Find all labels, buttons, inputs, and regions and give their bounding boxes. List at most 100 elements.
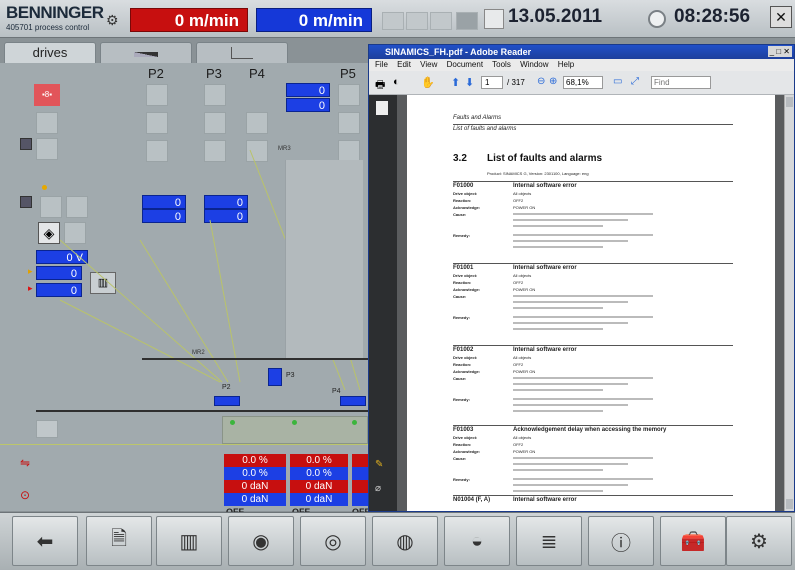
status-dot-green [292,420,297,425]
p3-percent-red: 0.0 % [290,454,348,467]
fault-text-line [513,225,603,227]
menu-file[interactable]: File [375,60,388,69]
comments-icon[interactable]: ✎ [375,459,383,470]
find-input[interactable] [651,76,711,89]
zoom-out-icon[interactable]: ⊖ [537,76,545,87]
fault-title: Internal software error [513,265,577,271]
fault-field-value: OFF2 [513,280,524,285]
page-up-icon[interactable]: ⬆ [451,76,460,89]
menu-edit[interactable]: Edit [397,60,411,69]
menu-document[interactable]: Document [447,60,483,69]
fault-text-line [513,301,628,303]
fault-rule [453,425,733,426]
fault-field-label: Cause: [453,376,467,381]
fault-field-label: Reaction: [453,198,472,203]
tension-icon: ⇋ [20,456,31,470]
running-header: Faults and Alarms [453,115,502,121]
fault-text-line [513,316,653,318]
menu-view[interactable]: View [420,60,437,69]
page-down-icon[interactable]: ⬇ [465,76,474,89]
back-button[interactable]: ⬅ [12,516,78,566]
fault-field-label: Cause: [453,456,467,461]
machine-button[interactable]: ▥ [156,516,222,566]
clock-icon [648,10,666,28]
fault-text-line [513,410,603,412]
fault-rule [453,495,733,496]
fault-title: Acknowledgement delay when accessing the… [513,427,667,433]
pdf-vertical-scrollbar[interactable] [784,95,794,511]
zoom-select[interactable]: 68,1% [563,76,603,89]
fault-field-value: POWER ON [513,369,536,374]
document-button[interactable]: 🗎 [86,516,152,566]
p4-force-blue [352,493,368,506]
fit-width-icon[interactable]: ⤢ [631,76,639,87]
info-button[interactable]: ⓘ [588,516,654,566]
set-speed-display[interactable]: 0 m/min [256,8,372,32]
settings-button[interactable]: ⚙ [726,516,792,566]
pages-icon[interactable]: ◐ [393,76,400,88]
fit-page-icon[interactable]: ▭ [613,76,622,87]
fault-code: N01004 (F, A) [453,497,491,503]
fault-field-value: OFF2 [513,442,524,447]
p4-drive-label: P4 [332,388,341,395]
fault-field-value: POWER ON [513,449,536,454]
filter-view-button[interactable]: ≣ [516,516,582,566]
fault-text-line [513,213,653,215]
page-number-input[interactable]: 1 [481,76,503,89]
pdf-reader-window[interactable]: SINAMICS_FH.pdf - Adobe Reader _ □ ✕ Fil… [368,44,795,512]
p4-force-red [352,480,368,493]
p4-percent-red [352,454,368,467]
menu-window[interactable]: Window [520,60,548,69]
fault-field-value: POWER ON [513,205,536,210]
p2-roller-icon[interactable] [214,396,240,406]
pages-panel-icon[interactable] [376,101,388,115]
tension-view-button[interactable]: ◍ [372,516,438,566]
p2-percent-blue: 0.0 % [224,467,286,480]
p3-percent-blue: 0.0 % [290,467,348,480]
fault-field-label: Remedy: [453,315,470,320]
roller-icon: ◉ [252,530,270,553]
fault-field-label: Acknowledge: [453,369,481,374]
scroll-down-arrow[interactable] [786,499,793,509]
machine-rail [142,358,368,360]
fault-text-line [513,377,653,379]
fault-text-line [513,478,653,480]
p3-drive-icon[interactable] [268,368,282,386]
fault-field-label: Drive object: [453,435,478,440]
unwinder-cell[interactable] [36,420,58,438]
fault-rule [453,263,733,264]
fault-field-label: Drive object: [453,273,478,278]
pdf-document-area[interactable]: Faults and Alarms List of faults and ala… [397,95,784,511]
running-subheader: List of faults and alarms [453,126,517,132]
pressure-view-button[interactable]: ◒ [444,516,510,566]
hand-icon[interactable]: ✋ [421,76,435,89]
attachment-icon[interactable]: ⌀ [375,483,381,494]
tools-button[interactable]: 🧰 [660,516,726,566]
print-icon[interactable]: 🖶 [375,76,385,95]
menu-help[interactable]: Help [558,60,574,69]
speed-knob-icon: ⚙ [106,12,119,28]
window-controls[interactable]: _ □ ✕ [767,46,792,57]
time-display: 08:28:56 [674,6,751,27]
drive-view-button[interactable]: ◉ [228,516,294,566]
pdf-window-title[interactable]: SINAMICS_FH.pdf - Adobe Reader [369,45,794,59]
fault-field-label: Acknowledge: [453,205,481,210]
fault-field-value: OFF2 [513,198,524,203]
product-line: Product: SINAMICS G, Version: 2301100, L… [487,171,589,176]
p4-roller-icon[interactable] [340,396,366,406]
fault-code: F01002 [453,347,474,353]
p4-percent-blue [352,467,368,480]
fault-text-line [513,295,653,297]
fault-text-line [513,307,603,309]
p2-drive-label: P2 [222,384,231,391]
close-button[interactable]: ✕ [770,6,792,28]
fault-text-line [513,322,628,324]
section-number: 3.2 [453,153,467,164]
zoom-in-icon[interactable]: ⊕ [549,76,557,87]
menu-tools[interactable]: Tools [492,60,511,69]
fault-text-line [513,490,603,492]
fault-field-label: Acknowledge: [453,449,481,454]
scroll-up-arrow[interactable] [786,97,793,107]
roller-view-button[interactable]: ◎ [300,516,366,566]
status-dot-green [352,420,357,425]
